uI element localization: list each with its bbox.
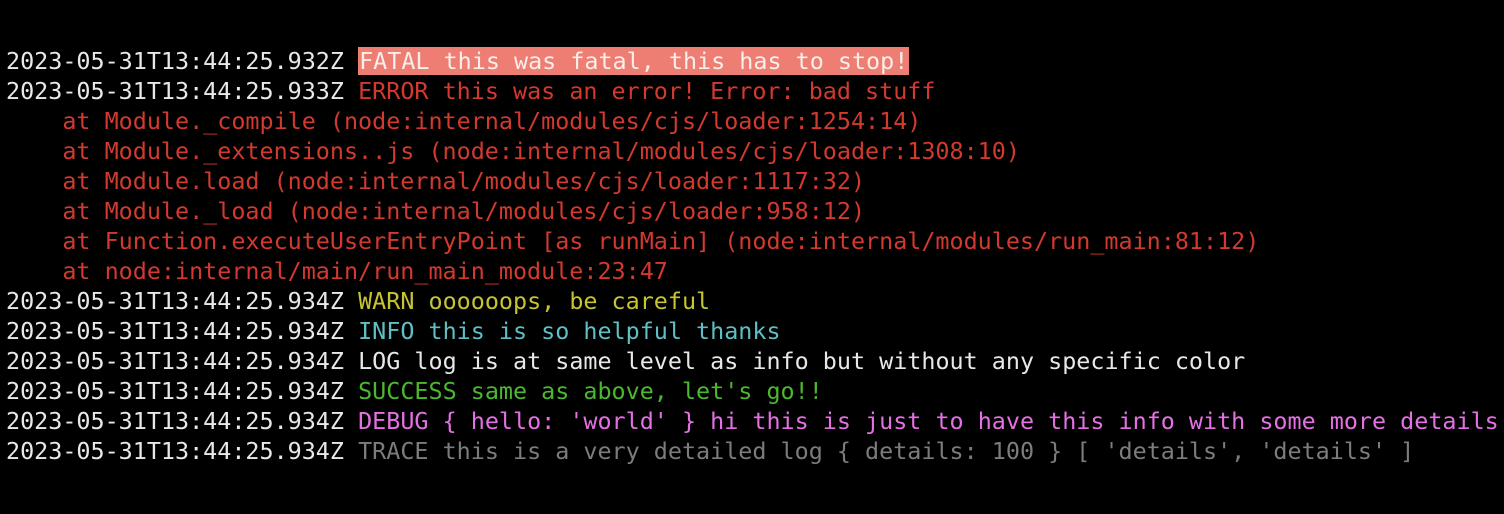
log-timestamp: 2023-05-31T13:44:25.933Z bbox=[6, 77, 344, 105]
log-line: 2023-05-31T13:44:25.934Z DEBUG { hello: … bbox=[6, 406, 1500, 436]
log-line: 2023-05-31T13:44:25.934Z WARN oooooops, … bbox=[6, 286, 1500, 316]
log-message-info: INFO this is so helpful thanks bbox=[358, 317, 781, 345]
log-timestamp: 2023-05-31T13:44:25.934Z bbox=[6, 437, 344, 465]
log-message-stack: at Module._extensions..js (node:internal… bbox=[6, 137, 1020, 165]
log-timestamp: 2023-05-31T13:44:25.934Z bbox=[6, 287, 344, 315]
log-line: 2023-05-31T13:44:25.933Z ERROR this was … bbox=[6, 76, 1500, 106]
log-timestamp: 2023-05-31T13:44:25.934Z bbox=[6, 407, 344, 435]
log-message-debug: DEBUG { hello: 'world' } hi this is just… bbox=[358, 407, 1499, 435]
stack-trace-line: at Module._load (node:internal/modules/c… bbox=[6, 196, 1500, 226]
log-message-trace: TRACE this is a very detailed log { deta… bbox=[358, 437, 1415, 465]
log-line: 2023-05-31T13:44:25.934Z INFO this is so… bbox=[6, 316, 1500, 346]
log-message-error: ERROR this was an error! Error: bad stuf… bbox=[358, 77, 936, 105]
log-line: 2023-05-31T13:44:25.934Z LOG log is at s… bbox=[6, 346, 1500, 376]
log-message-stack: at Module.load (node:internal/modules/cj… bbox=[6, 167, 866, 195]
stack-trace-line: at Module._compile (node:internal/module… bbox=[6, 106, 1500, 136]
log-message-stack: at Module._compile (node:internal/module… bbox=[6, 107, 922, 135]
stack-trace-line: at Module.load (node:internal/modules/cj… bbox=[6, 166, 1500, 196]
terminal-output: 2023-05-31T13:44:25.932Z FATAL this was … bbox=[6, 46, 1500, 466]
log-timestamp: 2023-05-31T13:44:25.934Z bbox=[6, 377, 344, 405]
log-message-success: SUCCESS same as above, let's go!! bbox=[358, 377, 823, 405]
log-message-warn: WARN oooooops, be careful bbox=[358, 287, 711, 315]
log-message-log: LOG log is at same level as info but wit… bbox=[358, 347, 1246, 375]
log-line: 2023-05-31T13:44:25.934Z TRACE this is a… bbox=[6, 436, 1500, 466]
log-timestamp: 2023-05-31T13:44:25.934Z bbox=[6, 347, 344, 375]
log-message-stack: at Module._load (node:internal/modules/c… bbox=[6, 197, 866, 225]
log-timestamp: 2023-05-31T13:44:25.934Z bbox=[6, 317, 344, 345]
stack-trace-line: at Function.executeUserEntryPoint [as ru… bbox=[6, 226, 1500, 256]
log-timestamp: 2023-05-31T13:44:25.932Z bbox=[6, 47, 344, 75]
log-message-stack: at node:internal/main/run_main_module:23… bbox=[6, 257, 668, 285]
log-message-fatal: FATAL this was fatal, this has to stop! bbox=[358, 47, 910, 75]
log-message-stack: at Function.executeUserEntryPoint [as ru… bbox=[6, 227, 1260, 255]
log-line: 2023-05-31T13:44:25.932Z FATAL this was … bbox=[6, 46, 1500, 76]
stack-trace-line: at node:internal/main/run_main_module:23… bbox=[6, 256, 1500, 286]
log-line: 2023-05-31T13:44:25.934Z SUCCESS same as… bbox=[6, 376, 1500, 406]
stack-trace-line: at Module._extensions..js (node:internal… bbox=[6, 136, 1500, 166]
